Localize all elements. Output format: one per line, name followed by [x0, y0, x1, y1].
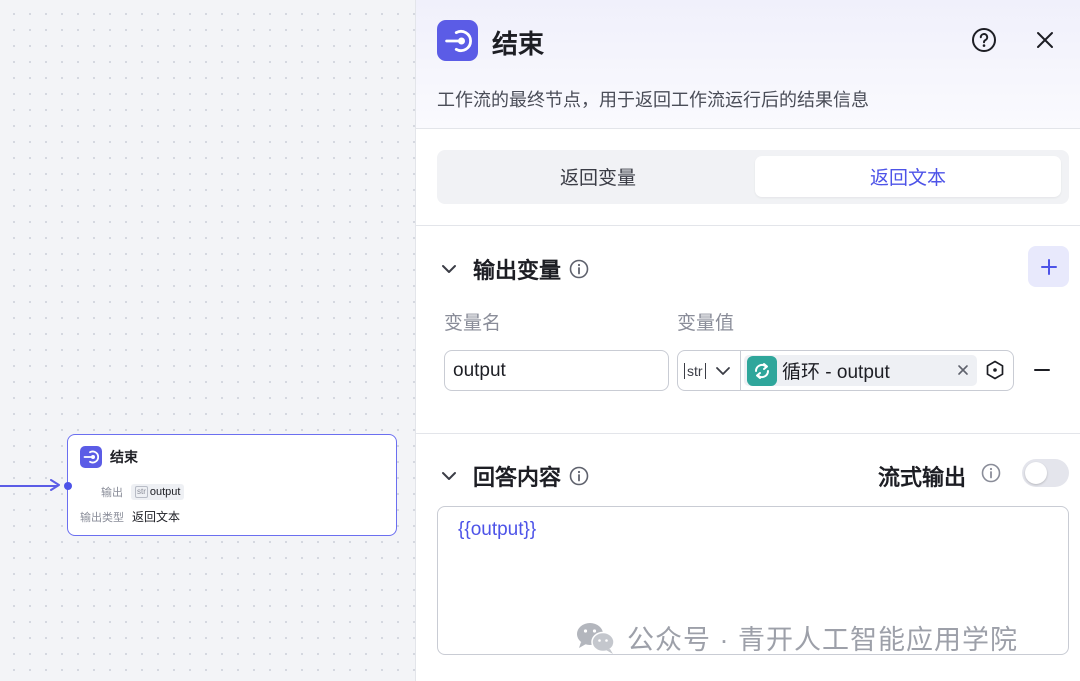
- toggle-knob: [1025, 462, 1047, 484]
- end-node-icon: [80, 446, 102, 468]
- help-icon[interactable]: [971, 27, 997, 53]
- stream-output-toggle[interactable]: [1022, 459, 1069, 487]
- column-label-value: 变量值: [677, 313, 735, 334]
- output-section-title: 输出变量: [473, 258, 562, 283]
- divider: [416, 433, 1080, 434]
- column-label-name: 变量名: [444, 313, 502, 334]
- node-output-label: 输出: [101, 487, 123, 499]
- panel-title: 结束: [492, 29, 545, 59]
- plus-icon: [1040, 258, 1057, 275]
- panel-description: 工作流的最终节点，用于返回工作流运行后的结果信息: [437, 90, 869, 110]
- stream-output-label: 流式输出: [878, 465, 967, 490]
- clear-reference-icon[interactable]: [955, 362, 971, 378]
- node-type-label: 输出类型: [80, 511, 124, 524]
- chevron-down-icon: [715, 366, 730, 375]
- end-node-card[interactable]: 结束 输出 str output 输出类型 返回文本: [67, 434, 397, 536]
- panel-header: 结束 工作流的最终节点，用于返回工作流运行后的结果信息: [416, 0, 1080, 129]
- watermark: 公众号 · 青开人工智能应用学院: [575, 618, 1018, 657]
- return-mode-segmented: 返回变量 返回文本: [437, 150, 1069, 204]
- node-input-handle[interactable]: [64, 482, 72, 490]
- node-type-value: 返回文本: [132, 510, 181, 524]
- variable-type-select[interactable]: str: [678, 351, 741, 390]
- close-icon[interactable]: [1033, 28, 1057, 52]
- variable-name-input[interactable]: [444, 350, 669, 391]
- str-type-icon: str: [684, 362, 706, 379]
- str-type-icon: str: [135, 486, 148, 498]
- answer-section-title: 回答内容: [473, 465, 562, 490]
- info-icon[interactable]: [981, 463, 1001, 483]
- remove-variable-button[interactable]: [1031, 359, 1053, 381]
- tab-return-variable[interactable]: 返回变量: [443, 156, 753, 197]
- divider: [416, 225, 1080, 226]
- add-variable-button[interactable]: [1028, 246, 1069, 287]
- node-title: 结束: [110, 449, 138, 465]
- output-section-header[interactable]: 输出变量: [439, 253, 589, 285]
- wechat-icon: [577, 622, 615, 654]
- variable-value-field[interactable]: str 循环 - output: [677, 350, 1014, 391]
- chevron-down-icon[interactable]: [439, 259, 459, 279]
- chevron-down-icon[interactable]: [439, 466, 459, 486]
- variable-reference-chip[interactable]: 循环 - output: [744, 355, 977, 386]
- answer-section-header[interactable]: 回答内容: [439, 460, 589, 492]
- answer-content-text: {{output}}: [458, 519, 537, 540]
- tab-return-text[interactable]: 返回文本: [755, 156, 1061, 197]
- info-icon[interactable]: [569, 466, 589, 486]
- variable-picker-icon[interactable]: [984, 359, 1006, 381]
- edge-arrow-icon: [50, 479, 60, 491]
- node-output-tag: str output: [131, 484, 185, 500]
- reference-label: 循环 - output: [782, 362, 890, 383]
- watermark-text: 公众号 · 青开人工智能应用学院: [627, 625, 1018, 655]
- loop-icon: [747, 355, 777, 386]
- node-output-value: output: [149, 486, 181, 498]
- workflow-canvas[interactable]: 结束 输出 str output 输出类型 返回文本: [0, 0, 415, 681]
- end-node-icon: [437, 20, 478, 61]
- node-config-panel: 结束 工作流的最终节点，用于返回工作流运行后的结果信息 返回变量 返回文本 输出…: [415, 0, 1080, 681]
- info-icon[interactable]: [569, 259, 589, 279]
